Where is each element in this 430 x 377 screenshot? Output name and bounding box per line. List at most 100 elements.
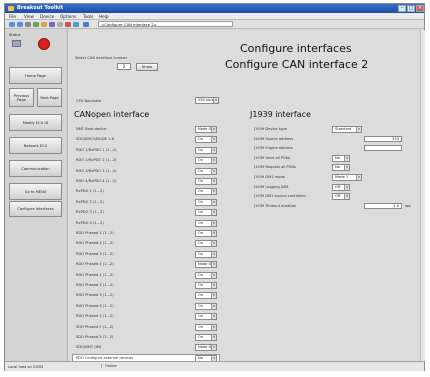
canopen-row-value: On	[198, 303, 204, 308]
status-label: Status	[9, 33, 21, 37]
canopen-row-value: On	[198, 314, 204, 319]
show-button[interactable]: Show	[136, 63, 158, 71]
j1939-row-label: J1939 Source address	[254, 136, 293, 141]
interface-number-field[interactable]: 2	[117, 63, 131, 70]
connect-icon[interactable]	[83, 22, 89, 27]
j1939-row-field[interactable]	[364, 145, 402, 152]
j1939-row-select[interactable]: No ▾	[332, 154, 350, 162]
canopen-row-value: No	[198, 355, 203, 360]
j1939-row-label: J1939 Engine address	[254, 146, 293, 151]
menu-help[interactable]: Help	[99, 14, 109, 19]
canopen-row-select[interactable]: On ▾	[195, 292, 217, 300]
canopen-row-label: RxPDO 3 (1...2)	[76, 210, 104, 215]
canopen-row-select[interactable]: Node ID 1 ▾	[195, 261, 217, 269]
modify-ecu-id-button[interactable]: Modify ECU ID	[9, 114, 62, 131]
canopen-row-select[interactable]: On ▾	[195, 209, 217, 217]
canopen-row-value: On	[198, 147, 204, 152]
canopen-row-select[interactable]: On ▾	[195, 188, 217, 196]
canopen-row-select[interactable]: On ▾	[195, 250, 217, 258]
main-panel: Configure interfaces Configure CAN inter…	[68, 30, 425, 364]
canopen-row-select[interactable]: On ▾	[195, 302, 217, 310]
menu-file[interactable]: File	[9, 14, 16, 19]
canopen-row-value: On	[198, 199, 204, 204]
canopen-row-select[interactable]: On ▾	[195, 271, 217, 279]
canopen-row-select[interactable]: On ▾	[195, 157, 217, 165]
stop-icon[interactable]	[65, 22, 71, 27]
back-icon[interactable]	[9, 22, 15, 27]
canopen-row-select[interactable]: On ▾	[195, 167, 217, 175]
next-page-button[interactable]: Next Page	[37, 88, 62, 107]
canopen-row-select[interactable]: On ▾	[195, 313, 217, 321]
canopen-row-select[interactable]: Node ID 1 ▾	[195, 126, 217, 133]
canopen-row-select[interactable]: On ▾	[195, 240, 217, 248]
menu-view[interactable]: View	[24, 14, 34, 19]
j1939-row-select[interactable]: Mode 1 ▾	[332, 174, 362, 181]
home-page-button[interactable]: Home Page	[9, 67, 62, 84]
refresh-icon[interactable]	[33, 22, 39, 27]
canopen-row-label: RDO 2/RxPDO 2 (1...2)	[76, 158, 117, 163]
j1939-row-select[interactable]: Off ▾	[332, 183, 350, 191]
canopen-row-select[interactable]: On ▾	[195, 136, 217, 144]
j1939-row-field[interactable]: 1.0	[364, 202, 402, 209]
canopen-row-label: RDO 3/RxPDO 3 (1...2)	[76, 168, 117, 173]
canopen-row-label: SDO/NMT (IM)	[76, 345, 102, 350]
j1939-row-select[interactable]: Standard ▾	[332, 126, 362, 133]
menu-device[interactable]: Device	[40, 14, 54, 19]
status-right: Online	[101, 364, 117, 368]
print-icon[interactable]	[57, 22, 63, 27]
home-icon[interactable]	[25, 22, 31, 27]
j1939-heading: J1939 interface	[250, 110, 311, 119]
app-icon	[8, 6, 14, 11]
interface-hint: Select CAN interface number	[75, 56, 128, 60]
canopen-row-label: RDO Phased 4 (1...2)	[76, 262, 114, 267]
j1939-row-select[interactable]: No ▾	[332, 164, 350, 172]
go-to-menu-button[interactable]: Go to MENU	[9, 183, 62, 200]
canopen-row-label: SDO Phased 2 (1...2)	[76, 324, 114, 329]
menu-options[interactable]: Options	[60, 14, 76, 19]
network-icon[interactable]	[73, 22, 79, 27]
canopen-row-select[interactable]: On ▾	[195, 282, 217, 289]
minimize-button[interactable]: –	[398, 5, 406, 12]
previous-page-button[interactable]: Previous Page	[9, 88, 34, 107]
configure-interfaces-button[interactable]: Configure Interfaces	[9, 201, 62, 217]
canopen-row-value: On	[198, 335, 204, 339]
app-window: Breakout Toolkit – □ × File View Device …	[4, 3, 425, 371]
chevron-down-icon: ▾	[211, 179, 216, 184]
canopen-row-select[interactable]: On ▾	[195, 146, 217, 154]
folder-icon[interactable]	[41, 22, 47, 27]
address-field[interactable]: <Configure CAN interface 2>	[98, 21, 233, 27]
j1939-row-field[interactable]: 253	[364, 135, 402, 142]
status-bar: Local host on COM1 Online	[5, 361, 424, 371]
canopen-row-select[interactable]: On ▾	[195, 219, 217, 227]
communication-button[interactable]: Communication	[9, 160, 62, 177]
canopen-row-select[interactable]: On ▾	[195, 334, 217, 341]
canopen-row-select[interactable]: On ▾	[195, 323, 217, 331]
canopen-row-select[interactable]: On ▾	[195, 230, 217, 237]
canopen-row-label: RDO 1/RxPDO 1 (1...2)	[76, 147, 117, 152]
canopen-row-label: RxPDO 4 (1...2)	[76, 220, 104, 225]
chevron-down-icon: ▾	[211, 220, 216, 226]
canopen-row-label: RDO Phased 1 (1...2)	[76, 314, 114, 319]
canopen-heading: CANopen interface	[74, 110, 150, 119]
menu-tools[interactable]: Tools	[83, 14, 93, 19]
canopen-row-label: PDO Configure external devices	[76, 355, 134, 360]
canopen-row-value: On	[198, 293, 204, 298]
network-ecu-button[interactable]: Network ECU	[9, 137, 62, 154]
chevron-down-icon: ▾	[211, 335, 216, 340]
cpu-baudrate-select[interactable]: 250 kb/s ▾	[195, 97, 219, 104]
close-button[interactable]: ×	[416, 5, 424, 12]
stop-sign-icon[interactable]	[38, 38, 50, 50]
maximize-button[interactable]: □	[407, 5, 415, 12]
forward-icon[interactable]	[17, 22, 23, 27]
canopen-row-select[interactable]: On ▾	[195, 198, 217, 206]
canopen-row-value: On	[198, 189, 204, 194]
canopen-row-label: RDO Phased 2 (1...2)	[76, 241, 114, 246]
canopen-row-select[interactable]: On ▾	[195, 178, 217, 185]
chevron-down-icon: ▾	[211, 231, 216, 236]
save-icon[interactable]	[49, 22, 55, 27]
canopen-row-select[interactable]: Node ID 1 ▾	[195, 344, 217, 352]
j1939-row-select[interactable]: Off ▾	[332, 193, 350, 201]
vertical-scrollbar[interactable]	[420, 30, 425, 361]
chevron-down-icon: ▾	[211, 283, 216, 288]
canopen-row-value: On	[198, 241, 204, 246]
